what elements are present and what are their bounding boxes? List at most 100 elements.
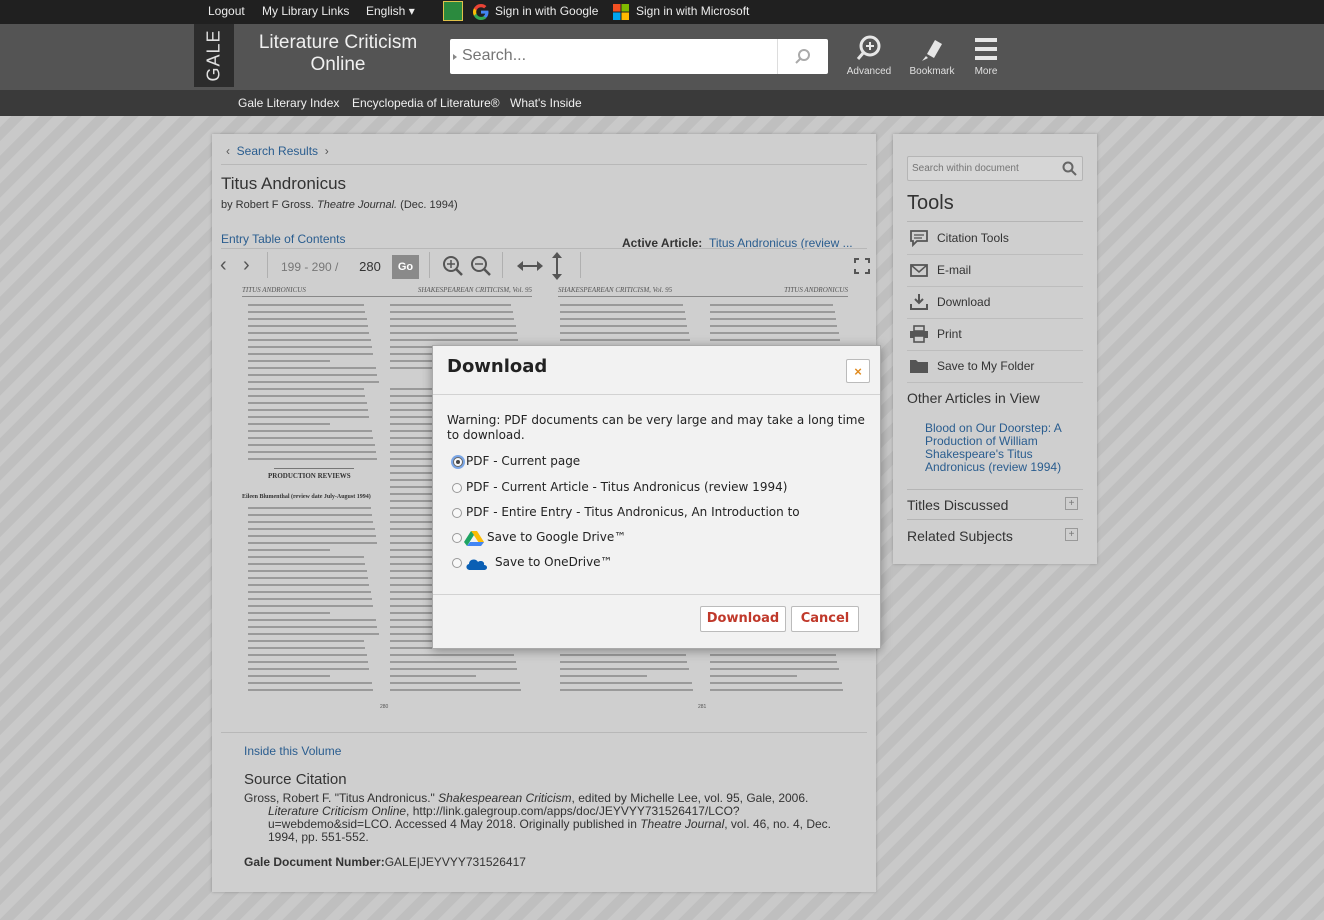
next-page-button[interactable]: › bbox=[243, 254, 250, 277]
nav-gale-literary-index[interactable]: Gale Literary Index bbox=[238, 96, 339, 110]
document-number-value: GALE|JEYVYY731526417 bbox=[384, 855, 526, 869]
text-line bbox=[248, 325, 369, 327]
citation-author: Gross, Robert F. "Titus Andronicus." bbox=[244, 791, 439, 805]
fit-width-icon[interactable] bbox=[517, 258, 543, 274]
bookmark-button[interactable]: Bookmark bbox=[902, 34, 962, 77]
option-save-onedrive[interactable]: Save to OneDrive™ bbox=[450, 555, 850, 573]
text-line bbox=[390, 682, 520, 684]
entry-table-of-contents-link[interactable]: Entry Table of Contents bbox=[221, 232, 346, 246]
text-line bbox=[248, 346, 373, 348]
nav-whats-inside[interactable]: What's Inside bbox=[510, 96, 582, 110]
search-within-input[interactable] bbox=[912, 160, 1052, 176]
magnifier-plus-icon bbox=[856, 35, 881, 60]
related-subjects-heading[interactable]: Related Subjects bbox=[907, 528, 1013, 544]
search-button[interactable] bbox=[777, 39, 828, 74]
gale-logo[interactable]: GALE bbox=[194, 24, 234, 87]
text-line bbox=[248, 395, 366, 397]
citation-pages: 1994, pp. 551-552. bbox=[268, 830, 369, 844]
more-label: More bbox=[974, 66, 998, 77]
citation-tools-label: Citation Tools bbox=[937, 231, 1009, 245]
radio-button[interactable] bbox=[452, 558, 462, 568]
save-to-my-folder-button[interactable]: Save to My Folder bbox=[907, 351, 1083, 383]
left-header-right: SHAKESPEAREAN CRITICISM, Vol. 95 bbox=[417, 286, 532, 294]
more-menu-button[interactable]: More bbox=[956, 34, 1016, 77]
my-library-links[interactable]: My Library Links bbox=[262, 4, 349, 18]
document-number-label: Gale Document Number: bbox=[244, 855, 385, 869]
inside-this-volume-link[interactable]: Inside this Volume bbox=[244, 744, 341, 758]
page-number-input[interactable]: 280 bbox=[352, 257, 388, 277]
text-line bbox=[248, 619, 377, 621]
sign-in-google[interactable]: Sign in with Google bbox=[495, 4, 598, 18]
option-pdf-current-page[interactable]: PDF - Current page bbox=[450, 454, 850, 472]
radio-button[interactable] bbox=[452, 508, 462, 518]
divider bbox=[907, 519, 1083, 520]
byline-journal: Theatre Journal. bbox=[316, 199, 398, 211]
text-line bbox=[248, 689, 374, 691]
download-confirm-button[interactable]: Download bbox=[700, 606, 786, 632]
nav-encyclopedia-of-literature[interactable]: Encyclopedia of Literature® bbox=[352, 96, 500, 110]
print-button[interactable]: Print bbox=[907, 319, 1083, 351]
text-line bbox=[248, 507, 371, 509]
right-header-left: SHAKESPEAREAN CRITICISM, Vol. 95 bbox=[558, 286, 673, 294]
chevron-left-icon: ‹ bbox=[226, 144, 230, 158]
page-number-right: 281 bbox=[698, 704, 707, 710]
text-line bbox=[390, 318, 515, 320]
citation-journal: Theatre Journal bbox=[640, 817, 725, 831]
breadcrumb[interactable]: ‹ Search Results › bbox=[226, 144, 329, 158]
option-label: PDF - Current Article - Titus Andronicus… bbox=[466, 480, 788, 494]
sign-in-microsoft[interactable]: Sign in with Microsoft bbox=[636, 4, 749, 18]
text-line bbox=[248, 535, 377, 537]
logout-link[interactable]: Logout bbox=[208, 4, 245, 18]
fit-height-icon[interactable] bbox=[549, 252, 565, 280]
option-pdf-current-article[interactable]: PDF - Current Article - Titus Andronicus… bbox=[450, 480, 850, 498]
close-button[interactable]: × bbox=[846, 359, 870, 383]
text-line bbox=[248, 402, 367, 404]
tools-sidebar: Tools Citation Tools E-mail Download Pri… bbox=[893, 134, 1097, 564]
caret-right-icon bbox=[453, 54, 457, 60]
text-line bbox=[248, 311, 366, 313]
radio-button[interactable] bbox=[452, 483, 462, 493]
other-article-link[interactable]: Blood on Our Doorstep: A Production of W… bbox=[925, 422, 1075, 474]
prev-page-button[interactable]: ‹ bbox=[220, 254, 227, 277]
advanced-search-button[interactable]: Advanced bbox=[839, 34, 899, 77]
language-select[interactable]: English ▾ bbox=[366, 4, 415, 18]
email-button[interactable]: E-mail bbox=[907, 255, 1083, 287]
left-page-header: TITUS ANDRONICUS SHAKESPEAREAN CRITICISM… bbox=[242, 286, 532, 297]
text-line bbox=[560, 661, 688, 663]
radio-button[interactable] bbox=[452, 533, 462, 543]
titles-discussed-heading[interactable]: Titles Discussed bbox=[907, 497, 1008, 513]
expand-plus-icon[interactable]: + bbox=[1065, 497, 1078, 510]
text-line bbox=[248, 423, 330, 425]
fullscreen-icon[interactable] bbox=[854, 258, 870, 274]
option-save-google-drive[interactable]: Save to Google Drive™ bbox=[450, 530, 850, 548]
search-input[interactable] bbox=[462, 43, 780, 69]
go-button[interactable]: Go bbox=[392, 255, 419, 279]
zoom-in-icon[interactable] bbox=[442, 255, 464, 277]
text-line bbox=[560, 318, 686, 320]
text-line bbox=[560, 339, 691, 341]
site-title[interactable]: Literature Criticism Online bbox=[244, 32, 432, 76]
text-line bbox=[248, 430, 373, 432]
expand-plus-icon[interactable]: + bbox=[1065, 528, 1078, 541]
text-line bbox=[560, 304, 684, 306]
byline-date: (Dec. 1994) bbox=[397, 199, 458, 211]
download-button[interactable]: Download bbox=[907, 287, 1083, 319]
toolbar-separator bbox=[429, 252, 430, 278]
zoom-out-icon[interactable] bbox=[470, 255, 492, 277]
google-classroom-icon[interactable] bbox=[443, 1, 463, 21]
text-line bbox=[248, 444, 375, 446]
text-line bbox=[248, 332, 370, 334]
text-line bbox=[710, 325, 838, 327]
save-to-folder-label: Save to My Folder bbox=[937, 359, 1035, 373]
cancel-button[interactable]: Cancel bbox=[791, 606, 859, 632]
text-line bbox=[390, 654, 515, 656]
option-pdf-entire-entry[interactable]: PDF - Entire Entry - Titus Andronicus, A… bbox=[450, 505, 850, 523]
text-line bbox=[560, 668, 689, 670]
radio-button[interactable] bbox=[453, 457, 463, 467]
text-line bbox=[248, 626, 378, 628]
text-line bbox=[248, 437, 374, 439]
left-header-left: TITUS ANDRONICUS bbox=[242, 286, 306, 294]
citation-tools-button[interactable]: Citation Tools bbox=[907, 223, 1083, 255]
search-icon[interactable] bbox=[1062, 161, 1077, 176]
text-line bbox=[248, 549, 330, 551]
